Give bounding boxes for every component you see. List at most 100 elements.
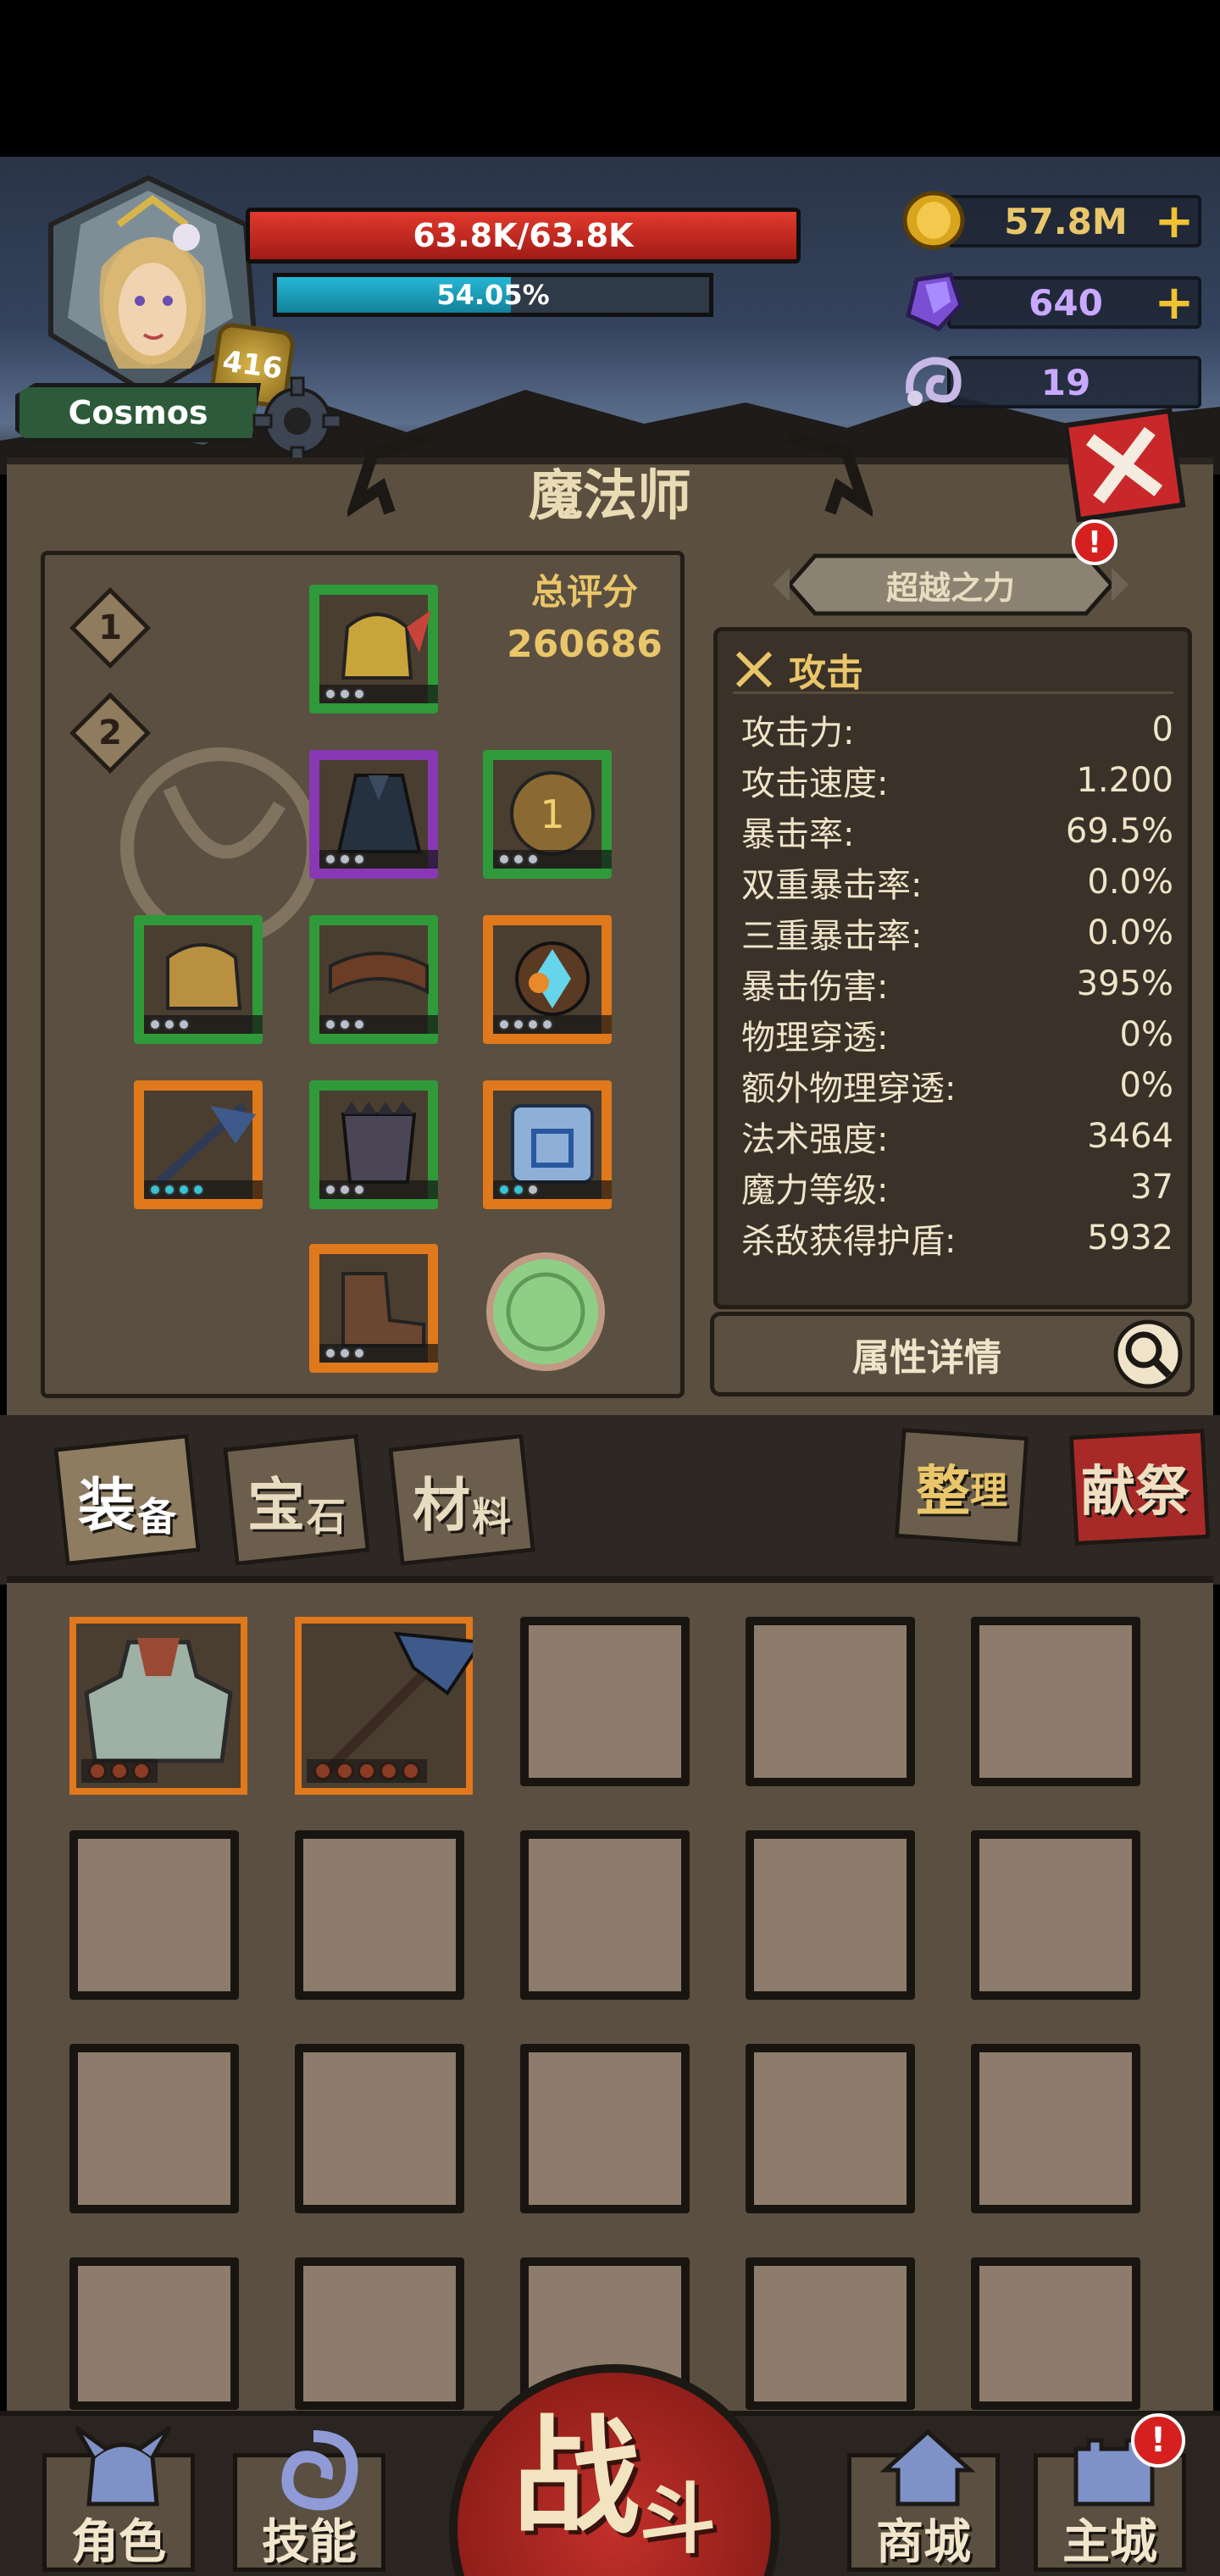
- leather-belt-icon: [329, 952, 429, 995]
- gem-currency: 640 +: [896, 269, 1201, 334]
- inventory-slot-empty[interactable]: [520, 1617, 690, 1786]
- equip-slot-helmet[interactable]: [309, 585, 438, 713]
- notice-badge: !: [1072, 519, 1117, 565]
- equip-slot-cloak[interactable]: [309, 750, 438, 879]
- stat-value: 0.0%: [1087, 863, 1173, 902]
- inventory-slot-empty[interactable]: [971, 2044, 1140, 2213]
- gold-coin-icon: [896, 188, 971, 253]
- hp-text: 63.8K/63.8K: [413, 217, 634, 254]
- ram-horn-key-icon: [896, 349, 971, 414]
- stat-label: 暴击伤害:: [741, 968, 889, 1007]
- nav-role[interactable]: 角色: [25, 2411, 195, 2572]
- stat-value: 5932: [1087, 1219, 1173, 1257]
- stat-label: 攻击力:: [741, 713, 855, 752]
- inventory-slot-empty[interactable]: [295, 2257, 464, 2410]
- inventory-item-robe[interactable]: [69, 1617, 247, 1795]
- dragon-staff-icon: [156, 1102, 256, 1185]
- tab-gems[interactable]: 宝石: [220, 1432, 373, 1566]
- attack-section-header: 攻击: [733, 647, 1173, 695]
- sort-button[interactable]: 整理: [890, 1424, 1029, 1547]
- inventory-slot-empty[interactable]: [69, 2044, 239, 2213]
- nav-shop-label: 商城: [876, 2514, 971, 2570]
- battle-button[interactable]: 战斗: [449, 2364, 779, 2576]
- add-gems-button[interactable]: +: [1151, 275, 1198, 330]
- gem-amount: 640: [1029, 281, 1103, 324]
- battle-big: 战: [512, 2403, 640, 2551]
- inventory-slot-empty[interactable]: [520, 1830, 690, 2000]
- gauntlet-icon: [166, 943, 242, 1010]
- total-score-label: 总评分: [530, 571, 638, 613]
- sort-big: 整: [916, 1461, 970, 1524]
- equip-slot-shield[interactable]: 1: [483, 750, 612, 879]
- loadout-tab-1[interactable]: 1: [69, 586, 152, 669]
- equip-slot-offhand[interactable]: [483, 1080, 612, 1209]
- equip-slot-armor[interactable]: [309, 1080, 438, 1209]
- gold-amount: 57.8M: [1004, 200, 1128, 242]
- player-name: Cosmos: [15, 383, 261, 442]
- stat-value: 1.200: [1076, 761, 1173, 800]
- offer-label: 献祭: [1081, 1461, 1190, 1524]
- inventory-slot-empty[interactable]: [520, 2044, 690, 2213]
- stat-row: 攻击力: 0: [741, 706, 1173, 753]
- equip-slot-boots[interactable]: [309, 1244, 438, 1373]
- stat-row: 暴击伤害: 395%: [741, 960, 1173, 1008]
- tab-materials[interactable]: 材料: [385, 1432, 538, 1566]
- key-currency: 19: [896, 349, 1201, 414]
- stat-row: 法术强度: 3464: [741, 1113, 1173, 1160]
- inventory-slot-empty[interactable]: [69, 1830, 239, 2000]
- inventory-slot-empty[interactable]: [971, 2257, 1140, 2410]
- class-title: 魔法师: [529, 465, 691, 528]
- frost-tome-icon: [511, 1104, 594, 1184]
- inventory-slot-empty[interactable]: [746, 1830, 915, 2000]
- stat-row: 暴击率: 69.5%: [741, 808, 1173, 855]
- stat-label: 魔力等级:: [741, 1171, 889, 1210]
- tab-gems-big: 宝: [247, 1473, 305, 1540]
- stat-row: 额外物理穿透: 0%: [741, 1062, 1173, 1109]
- stat-label: 杀敌获得护盾:: [741, 1222, 957, 1261]
- inventory-slot-empty[interactable]: [971, 1830, 1140, 2000]
- crystal-amulet-icon: [515, 941, 590, 1016]
- offer-button[interactable]: 献祭: [1063, 1424, 1211, 1546]
- stat-value: 69.5%: [1065, 812, 1173, 851]
- stat-label: 三重暴击率:: [741, 917, 923, 956]
- seal-coin-icon[interactable]: [481, 1247, 610, 1376]
- inventory-slot-empty[interactable]: [69, 2257, 239, 2410]
- stat-label: 暴击率:: [741, 815, 855, 854]
- winged-helmet-icon: [341, 610, 431, 680]
- transcend-label: 超越之力: [885, 569, 1015, 607]
- nav-main-city-label: 主城: [1062, 2514, 1157, 2570]
- svg-text:1: 1: [540, 791, 564, 837]
- stat-value: 3464: [1087, 1117, 1173, 1156]
- stat-value: 37: [1130, 1168, 1173, 1207]
- leather-boots-icon: [341, 1272, 425, 1347]
- nav-skills-label: 技能: [262, 2514, 357, 2570]
- stat-label: 额外物理穿透:: [741, 1069, 957, 1108]
- inventory-slot-empty[interactable]: [746, 2044, 915, 2213]
- inventory-item-staff[interactable]: [295, 1617, 473, 1795]
- loadout-tab-2[interactable]: 2: [69, 691, 152, 774]
- equip-slot-amulet[interactable]: [483, 915, 612, 1044]
- stat-row: 杀敌获得护盾: 5932: [741, 1214, 1173, 1262]
- nav-shop[interactable]: 商城: [830, 2411, 1000, 2572]
- gear-icon[interactable]: [251, 375, 344, 468]
- attack-section-title: 攻击: [789, 651, 863, 695]
- add-gold-button[interactable]: +: [1151, 194, 1198, 249]
- equip-slot-gloves[interactable]: [134, 915, 263, 1044]
- nav-skills[interactable]: 技能: [216, 2411, 385, 2572]
- inventory-slot-empty[interactable]: [971, 1617, 1140, 1786]
- tab-equipment[interactable]: 装备: [51, 1432, 203, 1566]
- inventory-slot-empty[interactable]: [746, 1617, 915, 1786]
- xp-text: 54.05%: [436, 279, 550, 311]
- equip-slot-weapon[interactable]: [134, 1080, 263, 1209]
- magnifier-icon[interactable]: [1110, 1316, 1186, 1392]
- gold-currency: 57.8M +: [896, 188, 1201, 253]
- inventory-slot-empty[interactable]: [295, 2044, 464, 2213]
- stat-value: 0: [1151, 710, 1173, 749]
- key-amount: 19: [1040, 361, 1091, 403]
- equip-slot-belt[interactable]: [309, 915, 438, 1044]
- spiked-armor-icon: [341, 1102, 417, 1184]
- nav-role-label: 角色: [71, 2514, 166, 2570]
- close-button[interactable]: [1062, 408, 1186, 523]
- inventory-slot-empty[interactable]: [295, 1830, 464, 2000]
- stat-row: 魔力等级: 37: [741, 1163, 1173, 1211]
